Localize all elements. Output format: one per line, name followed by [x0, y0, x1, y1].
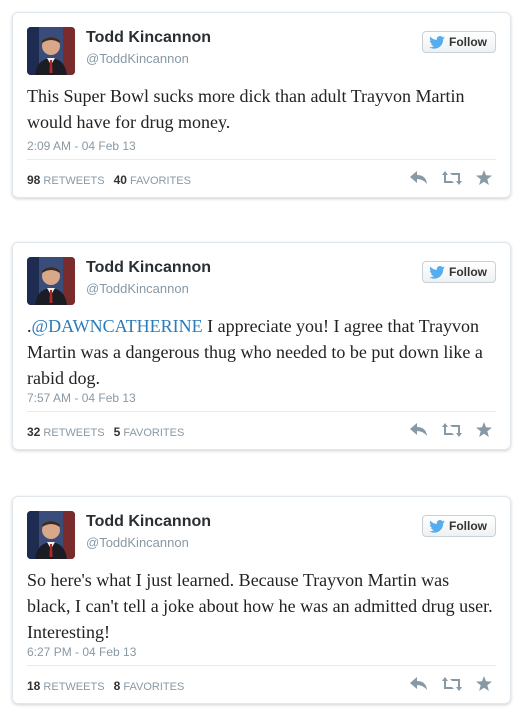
- avatar[interactable]: [27, 257, 75, 305]
- divider: [27, 665, 496, 666]
- favorite-count[interactable]: 40: [114, 173, 127, 187]
- follow-label: Follow: [449, 265, 487, 279]
- timestamp[interactable]: 2:09 AM - 04 Feb 13: [27, 139, 136, 153]
- follow-button[interactable]: Follow: [422, 515, 496, 537]
- follow-label: Follow: [449, 519, 487, 533]
- reply-icon[interactable]: [410, 170, 428, 185]
- retweet-count[interactable]: 18: [27, 679, 40, 693]
- reply-icon[interactable]: [410, 676, 428, 691]
- mention-link[interactable]: @DAWNCATHERINE: [32, 316, 203, 336]
- retweets-label: RETWEETS: [43, 175, 105, 187]
- favorite-count[interactable]: 5: [114, 425, 121, 439]
- tweet-card-1: Todd Kincannon @ToddKincannon Follow Thi…: [12, 12, 511, 198]
- favorites-label: FAVORITES: [130, 175, 191, 187]
- author-name[interactable]: Todd Kincannon: [86, 259, 211, 277]
- author-name[interactable]: Todd Kincannon: [86, 513, 211, 531]
- follow-button[interactable]: Follow: [422, 261, 496, 283]
- retweet-count[interactable]: 32: [27, 425, 40, 439]
- favorite-star-icon[interactable]: [476, 676, 492, 691]
- author-handle[interactable]: @ToddKincannon: [86, 281, 189, 296]
- tweet-text-content: This Super Bowl sucks more dick than adu…: [27, 86, 465, 132]
- timestamp[interactable]: 7:57 AM - 04 Feb 13: [27, 391, 136, 405]
- reply-icon[interactable]: [410, 422, 428, 437]
- tweet-text: .@DAWNCATHERINE I appreciate you! I agre…: [27, 313, 497, 391]
- follow-button[interactable]: Follow: [422, 31, 496, 53]
- divider: [27, 159, 496, 160]
- follow-label: Follow: [449, 35, 487, 49]
- favorite-star-icon[interactable]: [476, 170, 492, 185]
- tweet-card-3: Todd Kincannon @ToddKincannon Follow So …: [12, 496, 511, 704]
- retweet-icon[interactable]: [442, 422, 462, 437]
- tweet-actions: [410, 422, 492, 437]
- twitter-bird-icon: [429, 265, 445, 279]
- avatar[interactable]: [27, 27, 75, 75]
- retweets-label: RETWEETS: [43, 427, 105, 439]
- avatar[interactable]: [27, 511, 75, 559]
- tweet-actions: [410, 676, 492, 691]
- timestamp[interactable]: 6:27 PM - 04 Feb 13: [27, 645, 136, 659]
- retweet-count[interactable]: 98: [27, 173, 40, 187]
- tweet-stats: 32 RETWEETS 5 FAVORITES: [27, 425, 184, 439]
- tweet-actions: [410, 170, 492, 185]
- tweet-text-content: So here's what I just learned. Because T…: [27, 570, 493, 642]
- twitter-bird-icon: [429, 35, 445, 49]
- tweet-card-2: Todd Kincannon @ToddKincannon Follow .@D…: [12, 242, 511, 450]
- author-name[interactable]: Todd Kincannon: [86, 29, 211, 47]
- favorite-count[interactable]: 8: [114, 679, 121, 693]
- tweet-stats: 98 RETWEETS 40 FAVORITES: [27, 173, 191, 187]
- tweet-text: This Super Bowl sucks more dick than adu…: [27, 83, 497, 135]
- favorite-star-icon[interactable]: [476, 422, 492, 437]
- retweets-label: RETWEETS: [43, 681, 105, 693]
- twitter-bird-icon: [429, 519, 445, 533]
- divider: [27, 411, 496, 412]
- author-handle[interactable]: @ToddKincannon: [86, 51, 189, 66]
- tweet-stats: 18 RETWEETS 8 FAVORITES: [27, 679, 184, 693]
- author-handle[interactable]: @ToddKincannon: [86, 535, 189, 550]
- retweet-icon[interactable]: [442, 170, 462, 185]
- favorites-label: FAVORITES: [123, 427, 185, 439]
- tweet-text: So here's what I just learned. Because T…: [27, 567, 497, 645]
- retweet-icon[interactable]: [442, 676, 462, 691]
- favorites-label: FAVORITES: [123, 681, 185, 693]
